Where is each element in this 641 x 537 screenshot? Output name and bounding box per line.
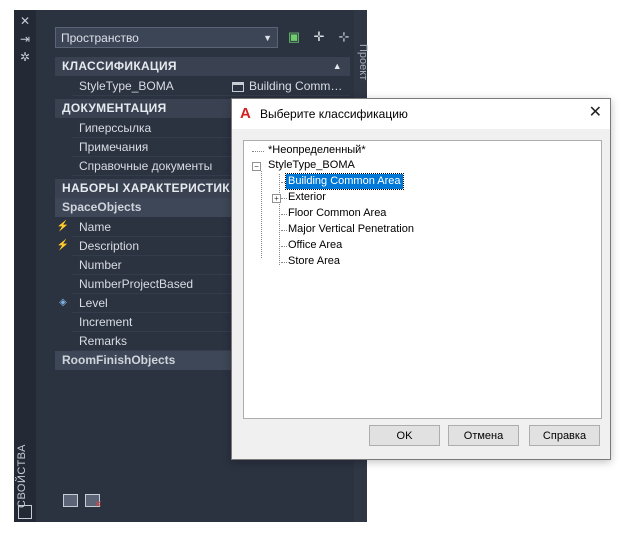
tree-node-store-area[interactable]: Store Area bbox=[288, 254, 340, 269]
classification-row[interactable]: StyleType_BOMA Building Comm… bbox=[72, 77, 350, 96]
table-icon bbox=[232, 81, 244, 92]
settings-icon[interactable]: ✲ bbox=[18, 50, 32, 64]
close-icon[interactable]: ✕ bbox=[589, 104, 602, 122]
property-value[interactable]: Building Comm… bbox=[232, 77, 342, 96]
property-label: StyleType_BOMA bbox=[79, 79, 174, 93]
tree-node-building-common-area[interactable]: Building Common Area bbox=[285, 173, 404, 190]
dialog-title: Выберите классификацию bbox=[260, 107, 408, 121]
cancel-button[interactable]: Отмена bbox=[448, 425, 519, 446]
formula-icon: ⚡ bbox=[56, 240, 70, 251]
collapse-icon[interactable]: ▲ bbox=[333, 57, 342, 76]
remove-property-set-icon[interactable]: ✕ bbox=[85, 494, 102, 509]
tree-node-root[interactable]: StyleType_BOMA bbox=[268, 158, 355, 173]
tree-line bbox=[261, 171, 263, 258]
tree-node-major-vertical-penetration[interactable]: Major Vertical Penetration bbox=[288, 222, 414, 237]
autocad-logo-icon: A bbox=[240, 105, 251, 122]
help-button[interactable]: Справка bbox=[529, 425, 600, 446]
palette-title-strip: ✕ ⇥ ✲ СВОЙСТВА bbox=[14, 10, 36, 522]
dialog-title-bar: A Выберите классификацию ✕ bbox=[232, 99, 610, 129]
formula-icon: ⚡ bbox=[56, 221, 70, 232]
autohide-icon[interactable]: ⇥ bbox=[18, 32, 32, 46]
palette-title: СВОЙСТВА bbox=[16, 444, 28, 508]
quick-select-icon[interactable]: ▣ bbox=[286, 29, 302, 45]
section-classification[interactable]: КЛАССИФИКАЦИЯ ▲ bbox=[55, 57, 350, 76]
tree-node-exterior[interactable]: Exterior bbox=[288, 190, 326, 205]
chevron-down-icon: ▼ bbox=[263, 33, 272, 43]
classification-tree[interactable]: *Неопределенный* − StyleType_BOMA Buildi… bbox=[243, 140, 602, 419]
tree-node-undefined[interactable]: *Неопределенный* bbox=[268, 143, 366, 158]
collapse-icon[interactable]: − bbox=[252, 162, 261, 171]
ok-button[interactable]: OK bbox=[369, 425, 440, 446]
tree-node-floor-common-area[interactable]: Floor Common Area bbox=[288, 206, 386, 221]
palette-menu-icon[interactable] bbox=[18, 505, 32, 519]
object-type-dropdown[interactable]: Пространство ▼ bbox=[55, 27, 278, 48]
dropdown-value: Пространство bbox=[61, 31, 139, 45]
expand-icon[interactable]: + bbox=[272, 194, 281, 203]
select-objects-icon[interactable]: ⊹ bbox=[336, 29, 352, 45]
select-classification-dialog: A Выберите классификацию ✕ *Неопределенн… bbox=[231, 98, 611, 460]
add-property-set-icon[interactable] bbox=[63, 494, 78, 507]
tab-project[interactable]: Проект bbox=[355, 44, 369, 104]
level-icon: ◈ bbox=[59, 297, 67, 308]
close-icon[interactable]: ✕ bbox=[18, 14, 32, 28]
tree-line bbox=[279, 174, 281, 265]
tree-node-office-area[interactable]: Office Area bbox=[288, 238, 342, 253]
pickadd-icon[interactable]: ✛ bbox=[311, 29, 327, 45]
